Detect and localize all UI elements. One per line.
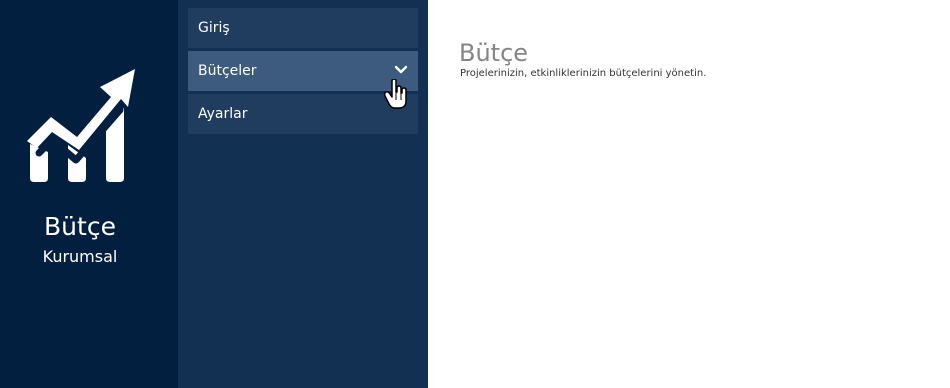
chart-growth-icon — [27, 69, 135, 182]
sidebar-item-label: Giriş — [198, 20, 230, 36]
sidebar-item-label: Bütçeler — [198, 63, 257, 79]
pointer-hand-icon — [384, 79, 407, 109]
sidebar-item-giris[interactable]: Giriş — [188, 8, 418, 48]
page-description: Projelerinizin, etkinliklerinizin bütçel… — [460, 68, 707, 79]
page-title: Bütçe — [459, 39, 529, 68]
brand-title: Bütçe — [44, 212, 116, 241]
sidebar-navigation: Giriş Bütçeler Ayarlar — [178, 0, 428, 388]
main-content: Bütçe Projelerinizin, etkinliklerinizin … — [428, 0, 950, 388]
chevron-down-icon — [394, 65, 408, 74]
sidebar-item-label: Ayarlar — [198, 106, 248, 122]
budget-app: Bütçe Kurumsal Giriş Bütçeler Ayarlar Bü… — [0, 0, 950, 388]
brand-subtitle: Kurumsal — [42, 247, 118, 266]
brand-panel: Bütçe Kurumsal — [0, 0, 178, 388]
